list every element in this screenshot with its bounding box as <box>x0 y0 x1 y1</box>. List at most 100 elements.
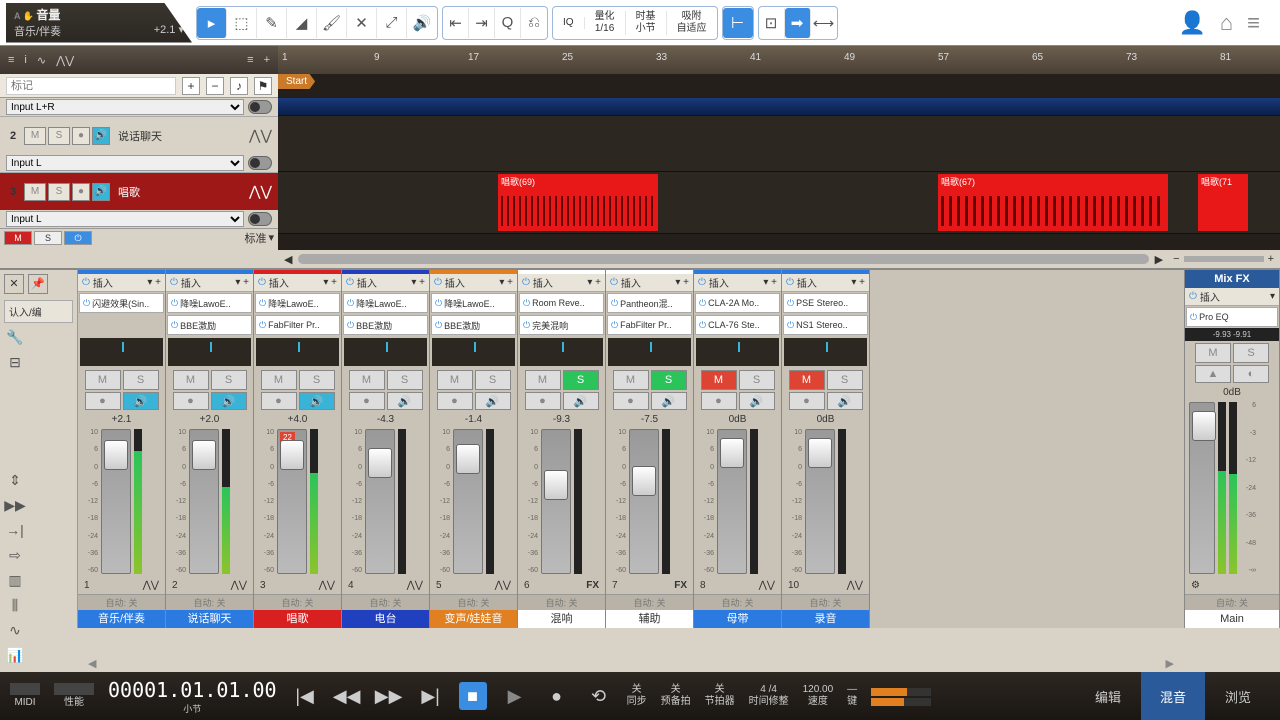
record-arm[interactable]: ● <box>173 392 209 410</box>
rewind-button[interactable]: |◀ <box>291 682 319 710</box>
record-arm[interactable]: ● <box>437 392 473 410</box>
metronome-toggle[interactable]: 关节拍器 <box>705 684 735 708</box>
loop-button[interactable]: ⟲ <box>585 682 613 710</box>
record-arm-button[interactable]: ● <box>72 183 90 201</box>
insert-header[interactable]: ⏻插入▾ + <box>166 274 253 292</box>
channel-name[interactable]: 录音 <box>782 610 869 628</box>
plugin-slot-1[interactable]: ⏻PSE Stereo.. <box>783 293 868 313</box>
fader-knob[interactable] <box>632 466 656 496</box>
monitor-button[interactable]: 🔊 <box>211 392 247 410</box>
sync-toggle[interactable]: 关同步 <box>627 684 647 708</box>
global-solo-button[interactable]: S <box>34 231 62 245</box>
plugin-slot-2[interactable]: ⏻FabFilter Pr.. <box>607 315 692 335</box>
add-track-icon[interactable]: + <box>264 54 270 66</box>
zoom-icon[interactable]: Q <box>495 8 521 38</box>
audio-lane-1[interactable] <box>278 98 1280 116</box>
zoom-out-icon[interactable]: − <box>1173 253 1179 265</box>
audio-lane-3[interactable]: 唱歌(69) 唱歌(67) 唱歌(71 <box>278 172 1280 234</box>
pan-control[interactable] <box>784 338 867 366</box>
monitor-button[interactable]: 🔊 <box>92 183 110 201</box>
plugin-slot-1[interactable]: ⏻Room Reve.. <box>519 293 604 313</box>
insert-header[interactable]: ⏻插入▾ + <box>606 274 693 292</box>
record-button[interactable]: ● <box>543 682 571 710</box>
record-arm[interactable]: ● <box>261 392 297 410</box>
monitor-button[interactable]: 🔊 <box>739 392 775 410</box>
chevron-down-icon[interactable]: ▾ <box>268 231 274 244</box>
track-row-2[interactable]: 2 M S ● 🔊 说话聊天 ⋀⋁ <box>0 116 278 154</box>
input-select-l2[interactable]: Input L <box>6 211 244 227</box>
mute-button[interactable]: M <box>613 370 649 390</box>
automation-mode[interactable]: 自动: 关 <box>606 594 693 610</box>
fader-knob[interactable] <box>720 438 744 468</box>
pan-control[interactable] <box>520 338 603 366</box>
master-mute[interactable]: M <box>1195 343 1231 363</box>
record-arm[interactable]: ● <box>613 392 649 410</box>
pan-control[interactable] <box>168 338 251 366</box>
list-view-icon[interactable]: ≡ <box>8 54 14 66</box>
skip-icon[interactable]: →| <box>4 519 26 541</box>
close-mixer-button[interactable]: ✕ <box>4 274 24 294</box>
end-button[interactable]: ▶| <box>417 682 445 710</box>
time-ruler[interactable]: 19 1725 3341 4957 6573 81 <box>278 46 1280 74</box>
marker-input[interactable] <box>6 77 176 95</box>
scroll-left-mixer[interactable]: ◀ <box>88 657 96 670</box>
paint-tool[interactable]: 🖌 <box>317 8 347 38</box>
channel-name[interactable]: 辅助 <box>606 610 693 628</box>
insert-header[interactable]: ⏻插入▾ + <box>342 274 429 292</box>
automation-icon[interactable]: ∿ <box>37 54 46 67</box>
record-arm[interactable]: ● <box>525 392 561 410</box>
record-arm[interactable]: ● <box>701 392 737 410</box>
waveform-icon[interactable]: ⋀⋁ <box>495 580 511 591</box>
solo-button[interactable]: S <box>739 370 775 390</box>
plugin-slot-1[interactable]: ⏻降噪LawoE.. <box>431 293 516 313</box>
mix-tab[interactable]: 混音 <box>1141 672 1205 720</box>
mute-button[interactable]: M <box>261 370 297 390</box>
fader-knob[interactable] <box>544 470 568 500</box>
listen-tool[interactable]: 🔊 <box>407 8 437 38</box>
quantize-select[interactable]: 量化1/16 <box>585 11 626 35</box>
home-icon[interactable]: ⌂ <box>1220 10 1233 36</box>
plugin-slot-2[interactable]: ⏻BBE激励 <box>431 315 516 335</box>
insert-header[interactable]: ⏻插入▾ + <box>254 274 341 292</box>
solo-button[interactable]: S <box>563 370 599 390</box>
solo-button[interactable]: S <box>475 370 511 390</box>
io-tab[interactable]: 认入/编 <box>4 300 73 323</box>
snap-toggle[interactable]: ⊢ <box>723 8 753 38</box>
bars-icon[interactable]: 📊 <box>4 644 26 666</box>
timebase-select[interactable]: 时基小节 <box>626 11 667 35</box>
input-toggle-2[interactable] <box>248 156 272 170</box>
solo-button[interactable]: S <box>651 370 687 390</box>
plugin-slot-2[interactable]: ⏻NS1 Stereo.. <box>783 315 868 335</box>
snap-select[interactable]: 吸附自适应 <box>667 11 717 35</box>
automation-mode[interactable]: 自动: 关 <box>782 594 869 610</box>
master-gain[interactable]: 0dB <box>1185 387 1279 398</box>
audio-clip[interactable]: 唱歌(67) <box>938 174 1168 231</box>
perf-indicator[interactable]: 性能 <box>54 683 94 709</box>
waveform-icon[interactable]: ⋀⋁ <box>407 580 423 591</box>
layers-icon[interactable]: ⊟ <box>4 351 26 373</box>
pencil-tool[interactable]: ✎ <box>257 8 287 38</box>
mute-button[interactable]: M <box>701 370 737 390</box>
wave-icon[interactable]: ⋀⋁ <box>56 54 74 67</box>
wrench-icon[interactable]: 🔧 <box>4 326 26 348</box>
master-insert-header[interactable]: ⏻插入▾ <box>1185 288 1279 306</box>
master-fader-knob[interactable] <box>1192 411 1216 441</box>
scroll-left-icon[interactable]: ◀ <box>284 253 292 266</box>
bend-tool[interactable]: ⤢ <box>377 8 407 38</box>
fader-knob[interactable] <box>368 448 392 478</box>
solo-button[interactable]: S <box>299 370 335 390</box>
marker-flag-icon[interactable]: ⚑ <box>254 77 272 95</box>
master-monitor[interactable]: ◐ <box>1233 365 1269 383</box>
preroll-toggle[interactable]: 关预备拍 <box>661 684 691 708</box>
mute-button[interactable]: M <box>173 370 209 390</box>
marker-note-icon[interactable]: ♪ <box>230 77 248 95</box>
input-select-lr[interactable]: Input L+R <box>6 99 244 115</box>
autoscroll-2[interactable]: ➡ <box>785 8 811 38</box>
mute-button[interactable]: M <box>789 370 825 390</box>
plugin-slot-2[interactable]: ⏻BBE激励 <box>343 315 428 335</box>
mute-button[interactable]: M <box>24 183 46 201</box>
waveform-icon[interactable]: ⋀⋁ <box>847 580 863 591</box>
automation-mode[interactable]: 自动: 关 <box>430 594 517 610</box>
automation-mode[interactable]: 自动: 关 <box>78 594 165 610</box>
automation-mode[interactable]: 自动: 关 <box>342 594 429 610</box>
